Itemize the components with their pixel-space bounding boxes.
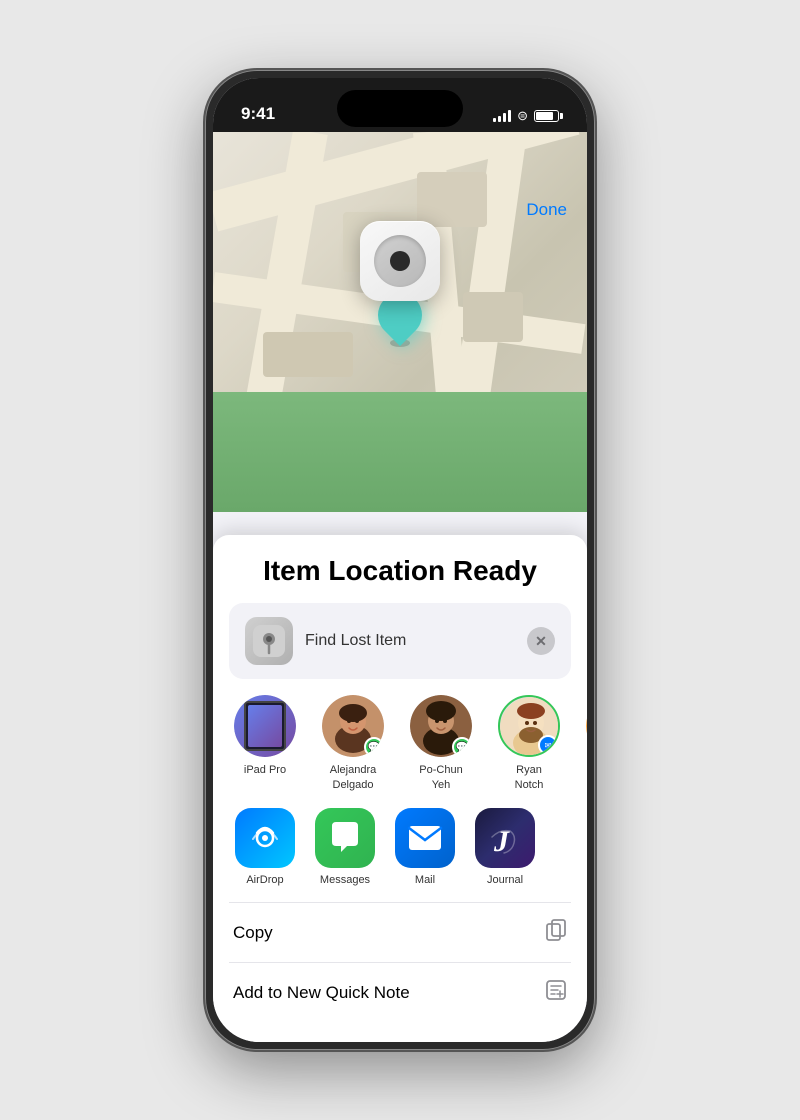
quick-note-label: Add to New Quick Note [233, 983, 410, 1003]
list-item[interactable]: Bue… [581, 695, 587, 792]
sheet-header: Item Location Ready [213, 535, 587, 603]
signal-icon [493, 110, 511, 122]
battery-icon [534, 110, 559, 122]
wifi-icon: ⊜ [517, 108, 528, 124]
avatar: ✉ [498, 695, 560, 757]
person-name: iPad Pro [244, 763, 286, 777]
airdrop-icon [235, 808, 295, 868]
find-lost-item-icon [245, 617, 293, 665]
copy-icon [545, 919, 567, 946]
phone-frame: 9:41 ⊜ [205, 70, 595, 1050]
list-item[interactable]: Mail [389, 808, 461, 886]
share-sheet: Item Location Ready Find Lost Item ✕ [213, 535, 587, 1042]
app-label: Journal [487, 874, 523, 886]
avatar [586, 695, 587, 757]
avatar: 💬 [322, 695, 384, 757]
app-label: AirDrop [246, 874, 283, 886]
list-item[interactable]: Messages [309, 808, 381, 886]
message-badge: 💬 [364, 737, 384, 757]
app-label: Messages [320, 874, 370, 886]
person-name: AlejandraDelgado [330, 763, 376, 792]
mail-icon [395, 808, 455, 868]
find-lost-item-label: Find Lost Item [305, 632, 515, 650]
person-name: RyanNotch [515, 763, 544, 792]
mail-badge: ✉ [538, 735, 558, 755]
list-item[interactable]: AirDrop [229, 808, 301, 886]
copy-row[interactable]: Copy [213, 903, 587, 962]
list-item[interactable]: 💬 AlejandraDelgado [317, 695, 389, 792]
apps-row: AirDrop Messages [213, 800, 587, 902]
dynamic-island [337, 90, 463, 127]
done-button[interactable]: Done [526, 200, 567, 220]
list-item[interactable]: ✉ RyanNotch [493, 695, 565, 792]
map-background: Done [213, 132, 587, 512]
message-badge-2: 💬 [452, 737, 472, 757]
people-row: iPad Pro [213, 679, 587, 800]
app-label: Mail [415, 874, 435, 886]
sheet-title: Item Location Ready [237, 555, 563, 587]
phone-screen: 9:41 ⊜ [213, 78, 587, 1042]
status-icons: ⊜ [493, 108, 559, 124]
copy-label: Copy [233, 923, 273, 943]
person-name: Po-ChunYeh [419, 763, 462, 792]
find-lost-item-row[interactable]: Find Lost Item ✕ [229, 603, 571, 679]
messages-icon [315, 808, 375, 868]
airtag-device [360, 221, 440, 301]
quick-note-icon [545, 979, 567, 1006]
quick-note-row[interactable]: Add to New Quick Note [213, 963, 587, 1022]
avatar: 💬 [410, 695, 472, 757]
list-item[interactable]: iPad Pro [229, 695, 301, 792]
journal-icon: J [475, 808, 535, 868]
close-icon: ✕ [535, 633, 547, 650]
list-item[interactable]: J Journal [469, 808, 541, 886]
list-item[interactable]: 💬 Po-ChunYeh [405, 695, 477, 792]
avatar [234, 695, 296, 757]
close-button[interactable]: ✕ [527, 627, 555, 655]
